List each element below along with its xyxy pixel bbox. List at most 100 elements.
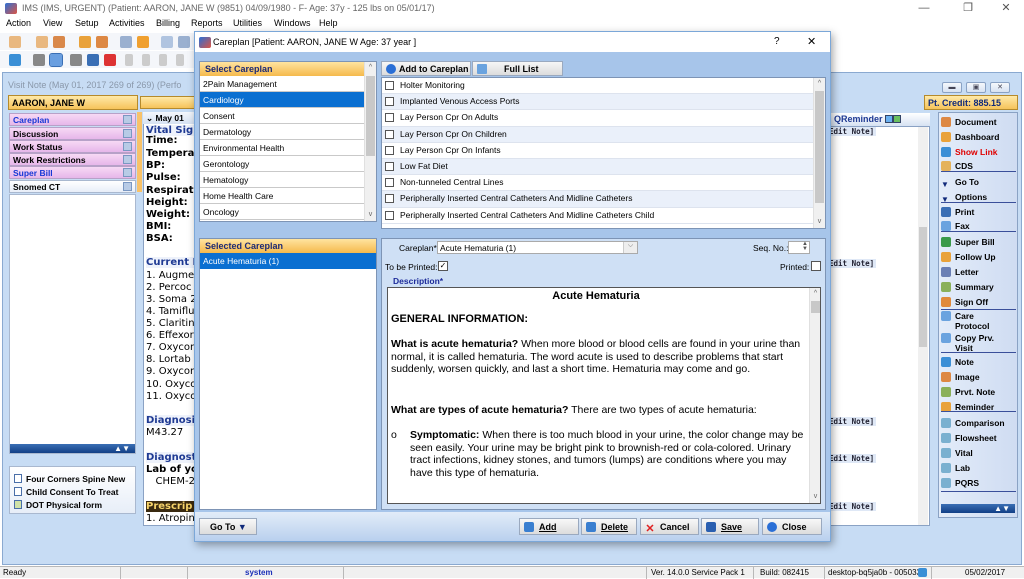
action-comparison[interactable]: Comparison: [941, 416, 1005, 430]
qreminder-toggle-icon[interactable]: [893, 115, 902, 123]
to-be-printed-checkbox[interactable]: ✓: [438, 261, 448, 271]
panel-scroll-arrows[interactable]: ▲▼: [941, 504, 1015, 513]
item-checkbox[interactable]: [385, 161, 394, 171]
action-care-protocol[interactable]: Care Protocol: [941, 311, 1005, 331]
description-editor[interactable]: Acute Hematuria GENERAL INFORMATION: Wha…: [387, 287, 821, 504]
user-check-icon[interactable]: [53, 36, 65, 48]
help-button[interactable]: ?: [774, 36, 780, 47]
form-item[interactable]: DOT Physical form: [14, 500, 102, 510]
action-prvt-note[interactable]: Prvt. Note: [941, 385, 995, 399]
description-scrollbar[interactable]: ^ v: [809, 288, 820, 503]
action-super-bill[interactable]: Super Bill: [941, 235, 995, 249]
action-go-to[interactable]: ▼ Go To: [941, 175, 979, 189]
action-vital[interactable]: Vital: [941, 446, 973, 460]
folder-icon[interactable]: [79, 36, 91, 48]
careplan-item-row[interactable]: Lay Person Cpr On Adults: [382, 110, 813, 127]
item-checkbox[interactable]: [385, 194, 394, 204]
menu-activities[interactable]: Activities: [109, 18, 145, 28]
action-copy-prv-visit[interactable]: Copy Prv. Visit: [941, 333, 1005, 353]
careplan-list-item[interactable]: Oncology: [200, 204, 364, 220]
careplan-list-item[interactable]: Environmental Health: [200, 140, 364, 156]
mdi-restore-button[interactable]: ▣: [966, 82, 986, 93]
action-show-link[interactable]: Show Link: [941, 145, 998, 159]
flask-icon[interactable]: [137, 36, 149, 48]
menu-help[interactable]: Help: [319, 18, 338, 28]
action-flowsheet[interactable]: Flowsheet: [941, 431, 997, 445]
heart-icon[interactable]: [104, 54, 116, 66]
action-letter[interactable]: Letter: [941, 265, 979, 279]
nav-careplan[interactable]: Careplan: [9, 113, 136, 126]
selected-careplan-item[interactable]: Acute Hematuria (1): [200, 253, 376, 269]
note-scrollbar[interactable]: [918, 127, 928, 525]
nav-work-restrictions[interactable]: Work Restrictions: [9, 153, 136, 166]
menu-action[interactable]: Action: [6, 18, 31, 28]
patient-quick-icons[interactable]: [140, 96, 196, 109]
menu-reports[interactable]: Reports: [191, 18, 223, 28]
careplan-list-item[interactable]: Hematology: [200, 172, 364, 188]
user-icon[interactable]: [36, 36, 48, 48]
minimize-button[interactable]: —: [904, 0, 944, 17]
mdi-close-button[interactable]: ✕: [990, 82, 1010, 93]
restore-button[interactable]: ❐: [948, 0, 988, 17]
action-image[interactable]: Image: [941, 370, 980, 384]
nav-scroll-arrows[interactable]: ▲▼: [10, 444, 135, 453]
edit-note-link[interactable]: Edit Note]: [827, 127, 877, 136]
add-button[interactable]: Add: [519, 518, 579, 535]
nav-work-status[interactable]: Work Status: [9, 140, 136, 153]
item-checkbox[interactable]: [385, 97, 394, 107]
careplan-item-row[interactable]: Peripherally Inserted Central Catheters …: [382, 208, 813, 224]
mdi-minimize-button[interactable]: ▬: [942, 82, 962, 93]
careplan-list-item[interactable]: Home Health Care: [200, 188, 364, 204]
form-item[interactable]: Four Corners Spine New: [14, 474, 125, 484]
open-folder-icon[interactable]: [9, 54, 21, 66]
careplan-item-row[interactable]: Holter Monitoring: [382, 78, 813, 95]
form-item[interactable]: Child Consent To Treat: [14, 487, 118, 497]
item-checkbox[interactable]: [385, 113, 394, 123]
next-record-icon[interactable]: [159, 54, 167, 66]
edit-note-link[interactable]: Edit Note]: [827, 417, 877, 426]
edit-note-link[interactable]: Edit Note]: [827, 454, 877, 463]
action-note[interactable]: Note: [941, 355, 974, 369]
careplan-scrollbar[interactable]: ^ v: [364, 62, 376, 221]
edit-note-icon[interactable]: [96, 36, 108, 48]
action-dashboard[interactable]: Dashboard: [941, 130, 999, 144]
remove-icon[interactable]: [70, 54, 82, 66]
menu-utilities[interactable]: Utilities: [233, 18, 262, 28]
qreminder-toggle-icon[interactable]: [885, 115, 894, 123]
last-record-icon[interactable]: [176, 54, 184, 66]
careplan-list-item[interactable]: Consent: [200, 108, 364, 124]
patient-icon[interactable]: [9, 36, 21, 48]
items-scrollbar[interactable]: ^ v: [813, 78, 825, 228]
careplan-list-item[interactable]: Cardiology: [200, 92, 364, 108]
action-document[interactable]: Document: [941, 115, 997, 129]
clipboard-icon[interactable]: [120, 36, 132, 48]
edit-note-link[interactable]: Edit Note]: [827, 259, 877, 268]
nav-super-bill[interactable]: Super Bill: [9, 166, 136, 179]
delete-button[interactable]: Delete: [581, 518, 637, 535]
add-to-careplan-button[interactable]: Add to Careplan: [381, 61, 471, 76]
qreminder-header[interactable]: QReminder: [826, 113, 930, 126]
first-record-icon[interactable]: [125, 54, 133, 66]
printed-checkbox[interactable]: [811, 261, 821, 271]
careplan-item-row[interactable]: Lay Person Cpr On Infants: [382, 143, 813, 159]
careplan-list-item[interactable]: 2Pain Management: [200, 76, 364, 92]
item-checkbox[interactable]: [385, 178, 394, 188]
form-icon[interactable]: [178, 36, 190, 48]
seq-spinner-icon[interactable]: ▲ ▼: [802, 241, 809, 253]
action-lab[interactable]: Lab: [941, 461, 970, 475]
chevron-down-icon[interactable]: ⌵: [623, 242, 637, 253]
edit-icon[interactable]: [49, 53, 63, 67]
careplan-list-item[interactable]: Dermatology: [200, 124, 364, 140]
nav-discussion[interactable]: Discussion: [9, 127, 136, 140]
save-button[interactable]: Save: [701, 518, 759, 535]
action-print[interactable]: Print: [941, 205, 974, 219]
dialog-close-button[interactable]: ✕: [807, 35, 816, 48]
item-checkbox[interactable]: [385, 210, 394, 220]
item-checkbox[interactable]: [385, 81, 394, 90]
add-icon[interactable]: [33, 54, 45, 66]
action-sign-off[interactable]: Sign Off: [941, 295, 988, 309]
menu-windows[interactable]: Windows: [274, 18, 311, 28]
menu-setup[interactable]: Setup: [75, 18, 99, 28]
edit-note-link[interactable]: Edit Note]: [827, 502, 877, 511]
careplan-item-row[interactable]: Implanted Venous Access Ports: [382, 94, 813, 111]
